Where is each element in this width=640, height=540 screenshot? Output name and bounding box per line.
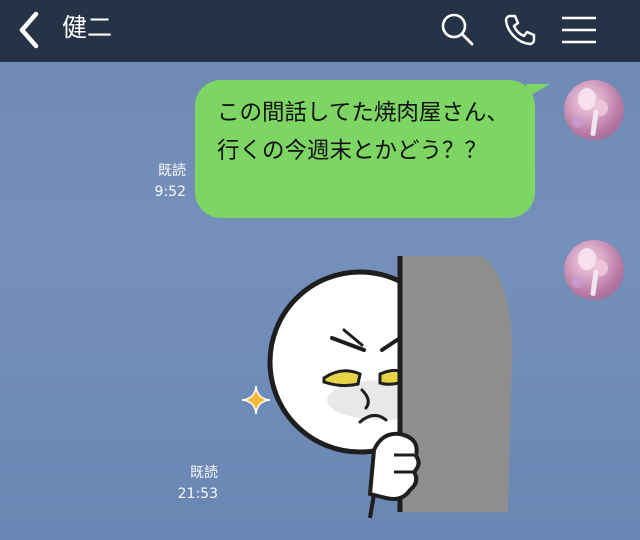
back-button[interactable] <box>14 10 44 50</box>
top-bar: 健二 <box>0 0 640 62</box>
menu-button[interactable] <box>558 8 602 52</box>
message-meta: 既読 9:52 <box>134 161 186 203</box>
chevron-left-icon <box>19 11 39 49</box>
timestamp: 21:53 <box>177 486 218 502</box>
avatar-blossom <box>572 116 584 128</box>
message-meta: 既読 21:53 <box>160 463 218 505</box>
search-button[interactable] <box>436 8 480 52</box>
timestamp: 9:52 <box>154 184 186 200</box>
sticker-hand <box>368 431 421 501</box>
avatar[interactable] <box>564 240 624 300</box>
avatar-stem <box>590 269 599 297</box>
sticker-arm <box>368 493 376 519</box>
sticker[interactable] <box>262 250 522 520</box>
read-receipt: 既読 <box>190 465 218 481</box>
message-text: この間話してた焼肉屋さん、行くの今週末とかどう？？ <box>217 100 509 164</box>
avatar-stem <box>590 109 599 137</box>
chat-title: 健二 <box>62 13 113 42</box>
search-icon <box>441 13 474 46</box>
message-bubble[interactable]: この間話してた焼肉屋さん、行くの今週末とかどう？？ <box>195 80 535 218</box>
call-button[interactable] <box>498 8 542 52</box>
avatar-blossom <box>572 276 584 288</box>
hamburger-menu-icon <box>562 16 596 44</box>
phone-icon <box>504 14 536 46</box>
read-receipt: 既読 <box>158 163 186 179</box>
avatar[interactable] <box>564 80 624 140</box>
